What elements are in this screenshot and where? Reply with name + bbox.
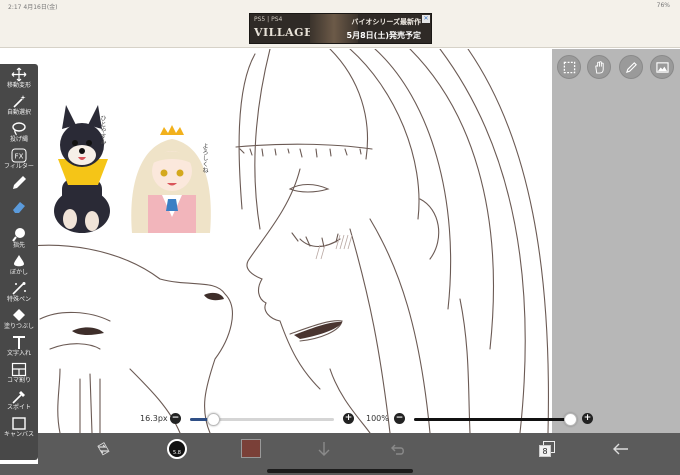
frame-icon: [11, 362, 27, 377]
tool-text[interactable]: 文字入れ: [0, 334, 38, 361]
special-pen-icon: [12, 282, 26, 295]
opacity-thumb[interactable]: [564, 413, 577, 426]
ad-banner[interactable]: PS5 | PS4 VILLAGE バイオシリーズ最新作 5月8日(土)発売予定…: [249, 13, 432, 44]
tool-label: ぼかし: [9, 269, 28, 276]
swap-icon: [96, 441, 110, 455]
status-battery: 76%: [656, 2, 670, 9]
text-icon: [13, 336, 25, 349]
tool-eyedropper[interactable]: スポイト: [0, 388, 38, 415]
tool-label: 特殊ペン: [6, 296, 31, 303]
back-arrow-icon: [613, 443, 628, 454]
image-icon: [655, 61, 669, 73]
tool-move-transform[interactable]: 移動変形: [0, 66, 38, 93]
canvas-icon: [12, 417, 26, 430]
tool-lasso[interactable]: 投げ縄: [0, 120, 38, 147]
tool-label: 自動選択: [6, 109, 31, 116]
ad-platform: PS5 | PS4: [254, 16, 283, 23]
tool-label: 指先: [12, 242, 25, 249]
tool-label: 文字入れ: [6, 350, 31, 357]
brush-size-thumb[interactable]: [207, 413, 221, 426]
blur-drop-icon: [14, 255, 24, 267]
home-indicator: [267, 469, 413, 473]
brush-size-slider[interactable]: [190, 413, 334, 426]
home-indicator-bar: [0, 464, 680, 475]
selection-icon: [563, 61, 575, 73]
bottom-toolbar: 5.8 8: [38, 433, 680, 464]
move-icon: [11, 67, 27, 82]
image-insert-button[interactable]: [650, 55, 674, 79]
dog-sticker-caption: ひとやすみ: [99, 115, 106, 145]
brush-preview-label: 5.8: [173, 449, 181, 456]
ad-release-date: 5月8日(土)発売予定: [346, 31, 421, 40]
tool-label: 投げ縄: [9, 136, 28, 143]
brush-size-minus-button[interactable]: −: [170, 413, 181, 424]
swap-layer-button[interactable]: [92, 438, 113, 459]
tool-canvas[interactable]: キャンバス: [0, 415, 38, 442]
tool-label: スポイト: [6, 404, 31, 411]
tool-filter[interactable]: FX フィルター: [0, 147, 38, 174]
status-bar: 2:17 4月16日(金) 76%: [0, 0, 680, 12]
ad-title: VILLAGE: [254, 26, 313, 39]
undo-button[interactable]: [388, 438, 408, 459]
ad-close-icon[interactable]: ✕: [422, 15, 430, 23]
undo-icon: [391, 444, 404, 455]
tool-eraser[interactable]: [0, 198, 38, 222]
opacity-minus-button[interactable]: −: [394, 413, 405, 424]
fx-icon: FX: [11, 148, 27, 163]
pen-edit-button[interactable]: [619, 55, 643, 79]
tool-label: 移動変形: [6, 82, 31, 89]
download-button[interactable]: [314, 438, 334, 459]
color-swatch: [241, 439, 261, 458]
svg-text:FX: FX: [15, 153, 24, 161]
layers-icon: 8: [539, 440, 555, 457]
pen-edit-icon: [625, 61, 637, 73]
opacity-value: 100%: [366, 414, 389, 423]
finger-icon: [12, 228, 25, 242]
eyedropper-icon: [12, 391, 25, 404]
hand-icon: [594, 60, 604, 74]
opacity-slider[interactable]: [414, 413, 577, 426]
ad-strip: PS5 | PS4 VILLAGE バイオシリーズ最新作 5月8日(土)発売予定…: [0, 12, 680, 48]
canvas-outside-area: [552, 49, 680, 433]
tool-auto-select[interactable]: 自動選択: [0, 93, 38, 120]
opacity-plus-button[interactable]: +: [582, 413, 593, 424]
drawing-canvas[interactable]: ひとやすみ よろしくね: [0, 49, 552, 433]
eraser-icon: [13, 202, 25, 213]
bucket-icon: [13, 309, 25, 321]
download-icon: [318, 441, 330, 456]
brush-preview-button[interactable]: 5.8: [166, 438, 188, 459]
brush-size-value: 16.3px: [140, 414, 168, 423]
tool-label: コマ割り: [6, 377, 31, 384]
back-button[interactable]: [610, 438, 632, 459]
selection-tool-button[interactable]: [557, 55, 581, 79]
girl-sticker-caption: よろしくね: [201, 143, 208, 173]
tool-fill[interactable]: 塗りつぶし: [0, 307, 38, 334]
tool-label: フィルター: [4, 163, 34, 170]
tool-palette: 移動変形 自動選択 投げ縄 FX フィルター 指先 ぼかし 特殊ペン 塗りつぶし…: [0, 64, 38, 460]
layers-button[interactable]: 8: [536, 438, 558, 459]
magic-wand-icon: [13, 95, 26, 108]
tool-finger[interactable]: 指先: [0, 226, 38, 253]
lasso-icon: [12, 122, 26, 136]
tool-label: 塗りつぶし: [3, 323, 35, 330]
opacity-fill: [414, 418, 570, 421]
tool-blur[interactable]: ぼかし: [0, 253, 38, 280]
pen-icon: [13, 176, 26, 189]
color-swatch-button[interactable]: [240, 438, 262, 459]
tool-pen[interactable]: [0, 174, 38, 198]
tool-special-pen[interactable]: 特殊ペン: [0, 280, 38, 307]
status-time: 2:17 4月16日(金): [8, 4, 58, 11]
dog-sticker: [48, 99, 118, 241]
brush-preview: 5.8: [167, 438, 187, 459]
ad-caption: バイオシリーズ最新作: [351, 18, 421, 26]
layer-count: 8: [539, 444, 551, 457]
tool-frame-divide[interactable]: コマ割り: [0, 361, 38, 388]
brush-size-plus-button[interactable]: +: [343, 413, 354, 424]
hand-tool-button[interactable]: [587, 55, 611, 79]
tool-label: キャンバス: [3, 431, 34, 438]
girl-sticker: [122, 125, 222, 233]
